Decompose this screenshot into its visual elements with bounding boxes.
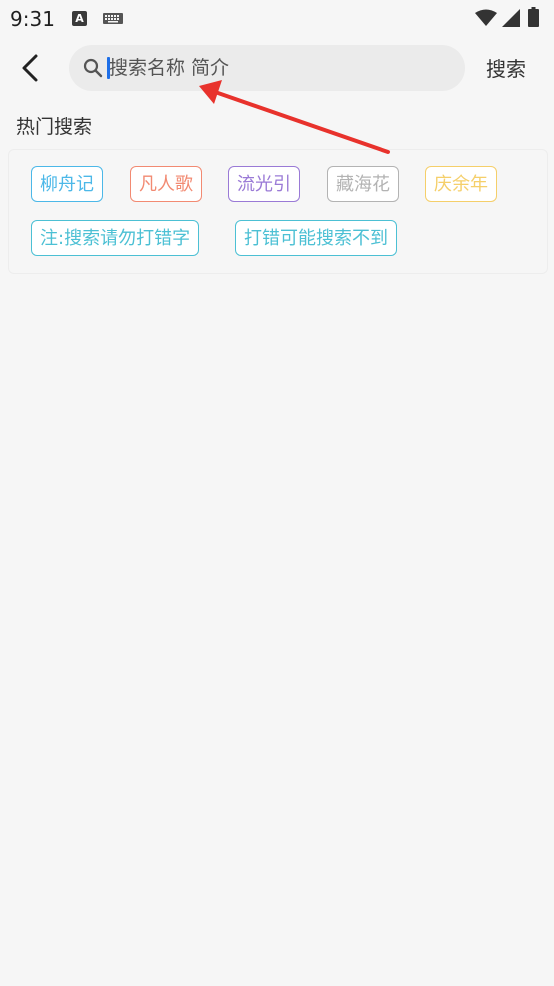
back-button[interactable] (16, 50, 48, 86)
chevron-left-icon (22, 54, 38, 82)
battery-icon (528, 7, 539, 27)
annotation-arrow (199, 80, 390, 154)
search-box[interactable] (69, 45, 465, 91)
tag-3[interactable]: 藏海花 (327, 166, 399, 202)
wifi-icon (475, 9, 497, 26)
tag-1[interactable]: 凡人歌 (130, 166, 202, 202)
status-time: 9:31 (10, 7, 55, 31)
signal-icon (502, 9, 520, 27)
notification-a-icon: A (72, 11, 87, 26)
tag-4[interactable]: 庆余年 (425, 166, 497, 202)
tag-6[interactable]: 打错可能搜索不到 (235, 220, 397, 256)
search-button[interactable]: 搜索 (486, 53, 526, 82)
status-bar: 9:31 A (0, 0, 554, 38)
search-input[interactable] (109, 45, 449, 91)
tag-0[interactable]: 柳舟记 (31, 166, 103, 202)
search-icon (83, 58, 103, 78)
hot-tags-panel: 柳舟记 凡人歌 流光引 藏海花 庆余年 注:搜索请勿打错字 打错可能搜索不到 (8, 149, 548, 274)
keyboard-icon (103, 13, 123, 24)
tag-2[interactable]: 流光引 (228, 166, 300, 202)
tag-5[interactable]: 注:搜索请勿打错字 (31, 220, 200, 256)
hot-search-title: 热门搜索 (16, 116, 93, 138)
